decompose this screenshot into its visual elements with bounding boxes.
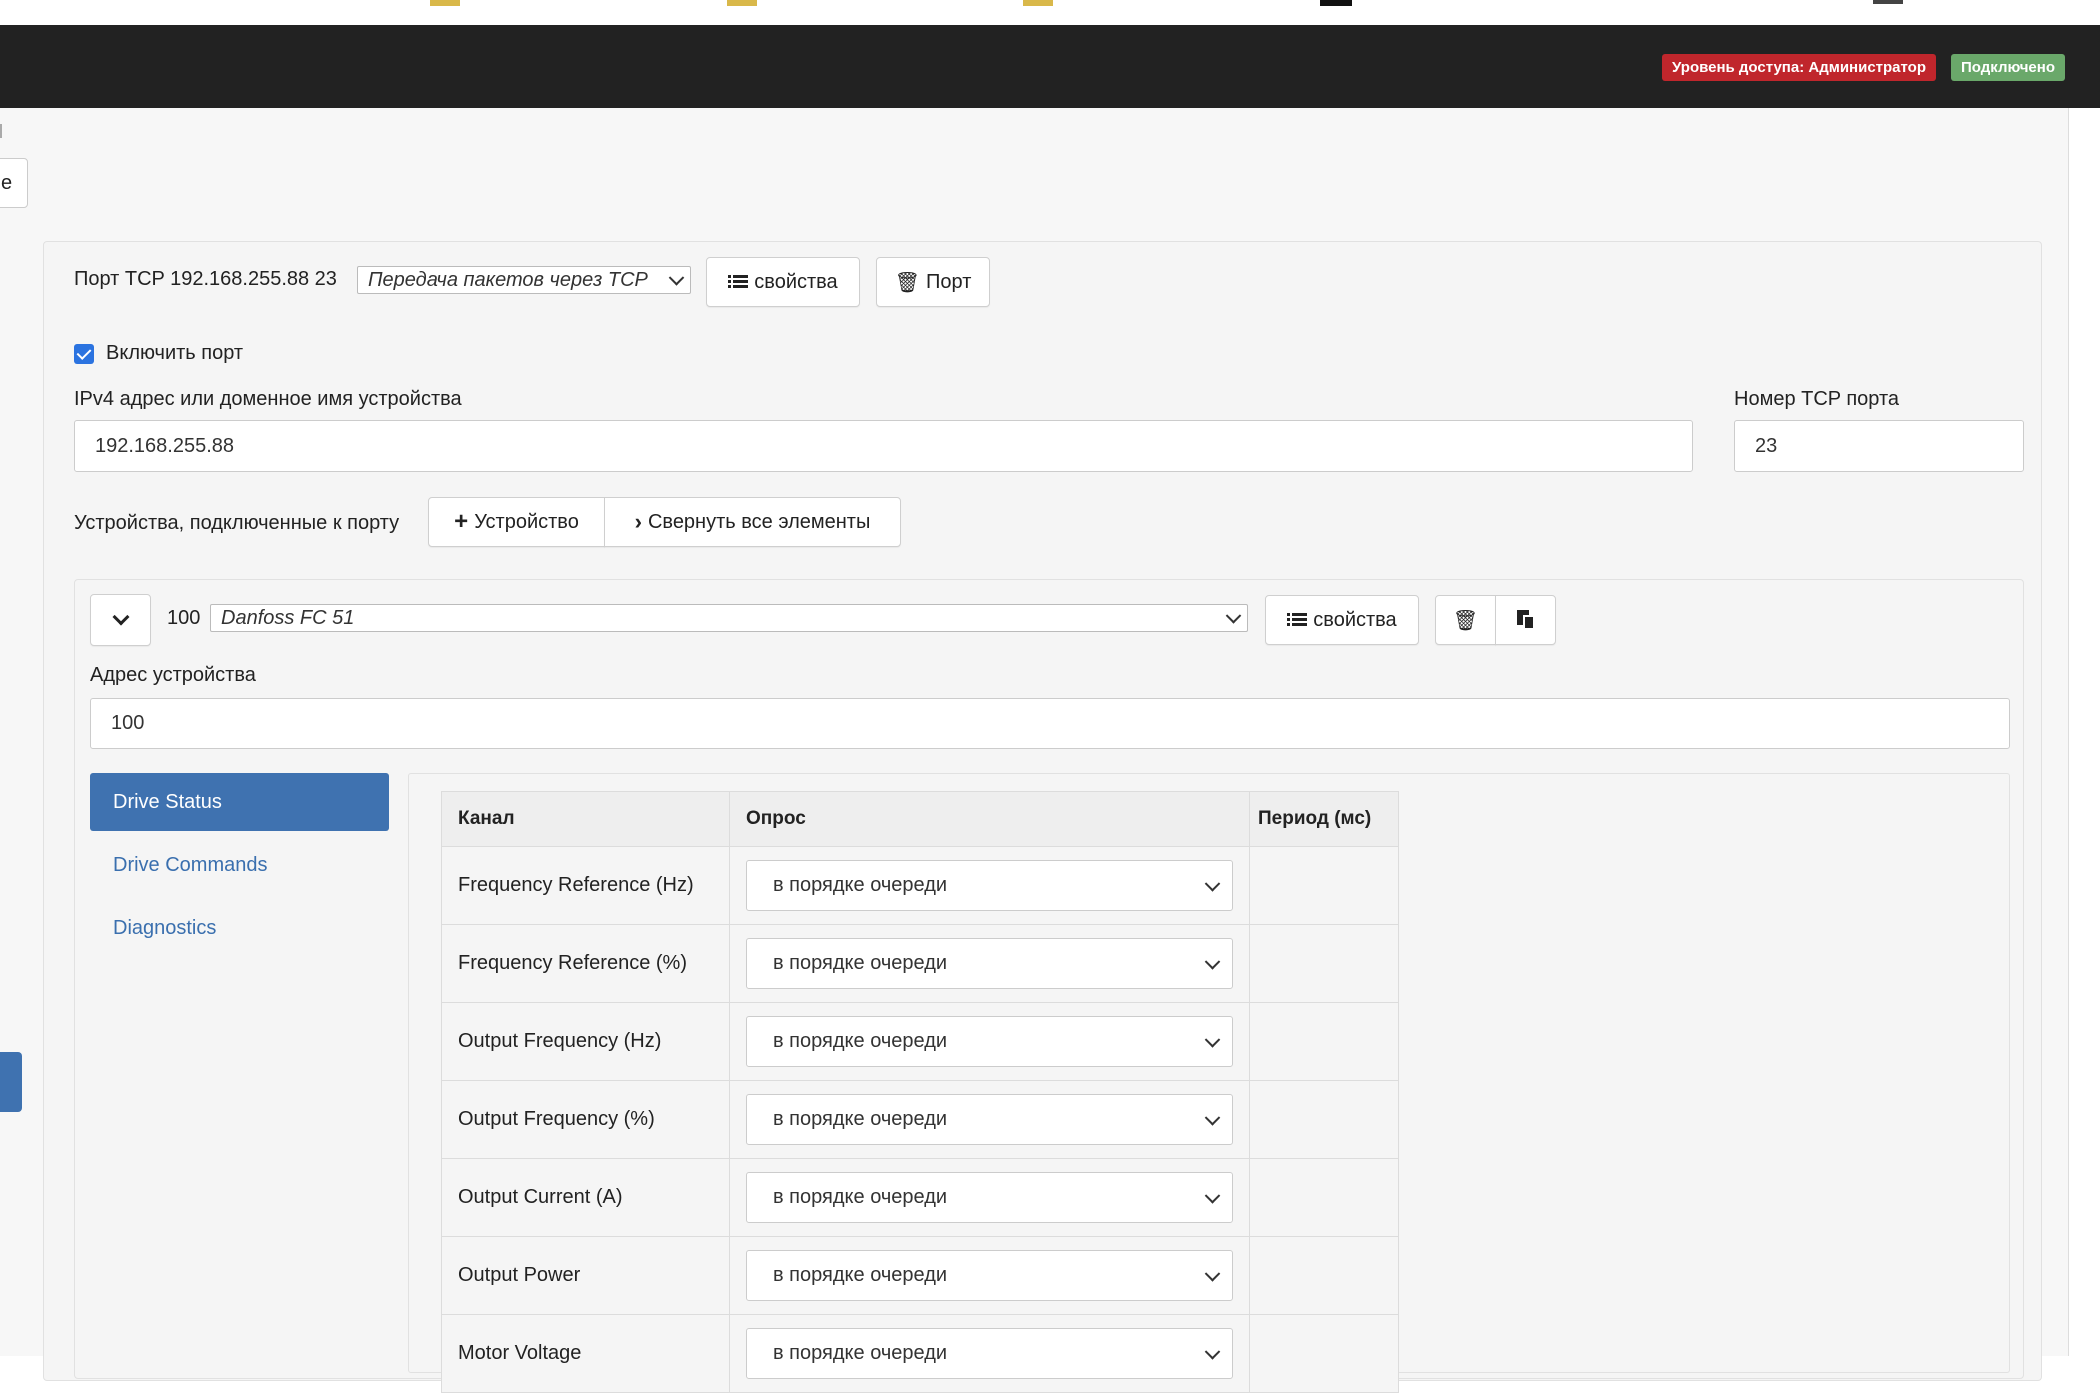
table-row: Frequency Reference (%) в порядке очеред… bbox=[441, 924, 1399, 1003]
device-address-label: Адрес устройства bbox=[90, 664, 256, 686]
channels-table: Канал Опрос Период (мс) Frequency Refere… bbox=[441, 791, 1399, 1393]
partial-blue-button[interactable] bbox=[0, 1052, 22, 1112]
period-cell[interactable] bbox=[1249, 1002, 1399, 1081]
navbar: Уровень доступа: Администратор Подключен… bbox=[0, 25, 2100, 108]
channel-name: Output Frequency (Hz) bbox=[441, 1002, 730, 1081]
poll-select[interactable]: в порядке очереди bbox=[746, 1250, 1233, 1301]
copy-icon bbox=[1516, 610, 1535, 630]
poll-select-value: в порядке очереди bbox=[773, 1186, 948, 1208]
host-label: IPv4 адрес или доменное имя устройства bbox=[74, 388, 462, 410]
section-drive-commands[interactable]: Drive Commands bbox=[90, 836, 389, 894]
host-input[interactable]: 192.168.255.88 bbox=[74, 420, 1693, 472]
chevron-down-icon bbox=[668, 270, 685, 286]
partial-button[interactable]: е bbox=[0, 158, 28, 208]
trash-icon: 🗑 bbox=[1452, 609, 1479, 632]
poll-select[interactable]: в порядке очереди bbox=[746, 1328, 1233, 1379]
port-properties-button[interactable]: свойства bbox=[706, 257, 860, 307]
connection-status-badge: Подключено bbox=[1951, 54, 2065, 81]
delete-device-button[interactable]: 🗑 bbox=[1435, 595, 1496, 645]
table-row: Frequency Reference (Hz) в порядке очере… bbox=[441, 846, 1399, 925]
poll-select[interactable]: в порядке очереди bbox=[746, 1172, 1233, 1223]
device-properties-label: свойства bbox=[1313, 608, 1397, 631]
chevron-down-icon bbox=[1225, 608, 1242, 624]
copy-device-button[interactable] bbox=[1495, 595, 1556, 645]
bookmark-icon[interactable] bbox=[430, 0, 460, 6]
protocol-select-value: Передача пакетов через TCP bbox=[368, 269, 648, 291]
add-device-button[interactable]: + Устройство bbox=[428, 497, 605, 547]
column-header-period: Период (мс) bbox=[1249, 791, 1399, 847]
delete-port-button[interactable]: 🗑 Порт bbox=[876, 257, 990, 307]
table-row: Output Frequency (%) в порядке очереди bbox=[441, 1080, 1399, 1159]
period-cell[interactable] bbox=[1249, 924, 1399, 1003]
channel-name: Output Power bbox=[441, 1236, 730, 1315]
poll-select-value: в порядке очереди bbox=[773, 1342, 948, 1364]
chevron-down-icon bbox=[112, 608, 129, 626]
channel-name: Frequency Reference (Hz) bbox=[441, 846, 730, 925]
collapse-device-button[interactable] bbox=[90, 594, 151, 646]
device-model-value: Danfoss FC 51 bbox=[221, 607, 355, 629]
chevron-down-icon bbox=[1204, 1031, 1221, 1048]
add-device-label: Устройство bbox=[474, 510, 579, 533]
protocol-select[interactable]: Передача пакетов через TCP bbox=[357, 266, 691, 294]
poll-select-value: в порядке очереди bbox=[773, 874, 948, 896]
section-diagnostics[interactable]: Diagnostics bbox=[90, 899, 389, 957]
list-icon bbox=[1287, 612, 1308, 628]
toolbar-icon[interactable] bbox=[1873, 0, 1903, 4]
tcp-port-input[interactable]: 23 bbox=[1734, 420, 2024, 472]
port-properties-label: свойства bbox=[754, 270, 838, 293]
table-row: Output Current (A) в порядке очереди bbox=[441, 1158, 1399, 1237]
device-model-select[interactable]: Danfoss FC 51 bbox=[210, 604, 1248, 632]
enable-port-label: Включить порт bbox=[106, 342, 244, 364]
table-row: Motor Voltage в порядке очереди bbox=[441, 1314, 1399, 1393]
poll-select[interactable]: в порядке очереди bbox=[746, 1094, 1233, 1145]
port-title: Порт TCP 192.168.255.88 23 bbox=[74, 268, 337, 290]
device-address-input[interactable]: 100 bbox=[90, 698, 2010, 749]
trash-icon: 🗑 bbox=[894, 271, 921, 294]
chevron-down-icon bbox=[1204, 1187, 1221, 1204]
channel-name: Motor Voltage bbox=[441, 1314, 730, 1393]
divider bbox=[0, 124, 2, 138]
chevron-down-icon bbox=[1204, 1109, 1221, 1126]
browser-top-strip bbox=[0, 0, 2100, 25]
poll-select-value: в порядке очереди bbox=[773, 1264, 948, 1286]
device-properties-button[interactable]: свойства bbox=[1265, 595, 1419, 645]
period-cell[interactable] bbox=[1249, 1158, 1399, 1237]
poll-select[interactable]: в порядке очереди bbox=[746, 860, 1233, 911]
poll-select-value: в порядке очереди bbox=[773, 952, 948, 974]
list-icon bbox=[728, 274, 749, 290]
section-drive-status[interactable]: Drive Status bbox=[90, 773, 389, 831]
chevron-down-icon bbox=[1204, 1343, 1221, 1360]
channel-name: Output Current (A) bbox=[441, 1158, 730, 1237]
chevron-down-icon bbox=[1204, 875, 1221, 892]
chevron-down-icon bbox=[1204, 953, 1221, 970]
column-header-poll: Опрос bbox=[729, 791, 1250, 847]
table-row: Output Frequency (Hz) в порядке очереди bbox=[441, 1002, 1399, 1081]
chevron-right-icon: › bbox=[634, 509, 642, 534]
channel-name: Frequency Reference (%) bbox=[441, 924, 730, 1003]
device-address-display: 100 bbox=[167, 607, 201, 629]
access-level-badge: Уровень доступа: Администратор bbox=[1662, 54, 1936, 81]
column-header-channel: Канал bbox=[441, 791, 730, 847]
poll-select[interactable]: в порядке очереди bbox=[746, 938, 1233, 989]
poll-select-value: в порядке очереди bbox=[773, 1108, 948, 1130]
enable-port-checkbox[interactable] bbox=[74, 344, 94, 364]
period-cell[interactable] bbox=[1249, 1080, 1399, 1159]
tcp-port-label: Номер TCP порта bbox=[1734, 388, 1900, 410]
period-cell[interactable] bbox=[1249, 846, 1399, 925]
bookmark-icon[interactable] bbox=[1320, 0, 1352, 6]
chevron-down-icon bbox=[1204, 1265, 1221, 1282]
period-cell[interactable] bbox=[1249, 1236, 1399, 1315]
bookmark-icon[interactable] bbox=[727, 0, 757, 6]
collapse-all-button[interactable]: › Свернуть все элементы bbox=[604, 497, 901, 547]
poll-select[interactable]: в порядке очереди bbox=[746, 1016, 1233, 1067]
channel-name: Output Frequency (%) bbox=[441, 1080, 730, 1159]
devices-label: Устройства, подключенные к порту bbox=[74, 512, 400, 534]
collapse-all-label: Свернуть все элементы bbox=[647, 510, 871, 533]
delete-port-label: Порт bbox=[926, 270, 972, 293]
plus-icon: + bbox=[454, 508, 469, 535]
bookmark-icon[interactable] bbox=[1023, 0, 1053, 6]
table-row: Output Power в порядке очереди bbox=[441, 1236, 1399, 1315]
poll-select-value: в порядке очереди bbox=[773, 1030, 948, 1052]
period-cell[interactable] bbox=[1249, 1314, 1399, 1393]
